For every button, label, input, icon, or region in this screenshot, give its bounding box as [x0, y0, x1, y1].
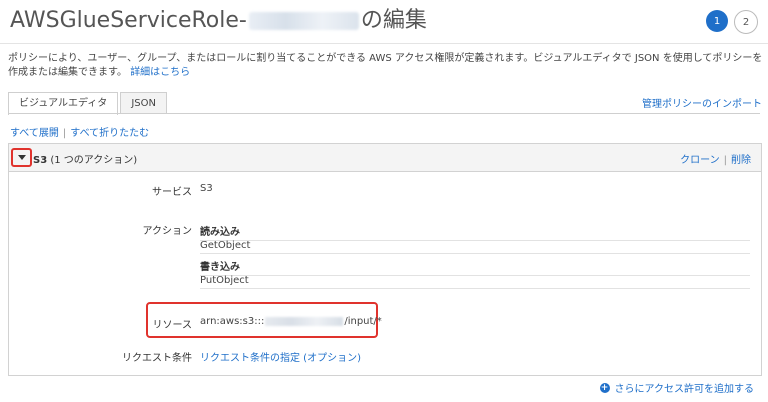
description-text: ポリシーにより、ユーザー、グループ、またはロールに割り当てることができる AWS… — [8, 53, 763, 78]
redacted-role-name — [248, 12, 359, 30]
tab-divider — [8, 113, 760, 114]
collapse-all-link[interactable]: すべて折りたたむ — [70, 128, 149, 139]
add-permissions-button[interactable]: + さらにアクセス許可を追加する — [599, 380, 755, 395]
resource-arn-prefix: arn:aws:s3::: — [200, 316, 265, 327]
write-action-item[interactable]: PutObject — [200, 275, 750, 289]
import-managed-policy-link[interactable]: 管理ポリシーのインポート — [642, 95, 762, 110]
resource-label: リソース — [152, 320, 193, 331]
step-indicator: 1 2 — [706, 10, 758, 34]
resource-arn-suffix: /input/* — [344, 316, 382, 327]
header-divider — [0, 43, 768, 44]
service-label: サービス — [152, 187, 192, 198]
editor-tabs: ビジュアルエディタ JSON — [8, 92, 169, 115]
title-prefix: AWSGlueServiceRole- — [10, 8, 247, 33]
statement-service: S3 — [33, 155, 48, 166]
step-2[interactable]: 2 — [734, 10, 758, 34]
write-access-level[interactable]: 書き込み — [200, 258, 750, 276]
redacted-bucket-name — [265, 316, 344, 326]
expand-controls: すべて展開 | すべて折りたたむ — [10, 124, 149, 139]
expand-all-link[interactable]: すべて展開 — [10, 128, 59, 139]
tab-json[interactable]: JSON — [120, 92, 167, 114]
specify-condition-link[interactable]: リクエスト条件の指定 (オプション) — [200, 349, 361, 364]
tab-visual-editor[interactable]: ビジュアルエディタ — [8, 92, 119, 115]
clone-button[interactable]: クローン — [680, 155, 720, 166]
separator: | — [723, 155, 727, 166]
page-title: AWSGlueServiceRole- の編集 — [10, 2, 427, 34]
add-permissions-label: さらにアクセス許可を追加する — [614, 384, 755, 395]
policy-description: ポリシーにより、ユーザー、グループ、またはロールに割り当てることができる AWS… — [8, 52, 764, 80]
collapse-toggle[interactable] — [11, 148, 32, 167]
caret-down-icon — [17, 155, 26, 160]
condition-label: リクエスト条件 — [122, 353, 192, 364]
service-value[interactable]: S3 — [200, 183, 213, 194]
read-action-item[interactable]: GetObject — [200, 240, 750, 254]
statement-actions: クローン | 削除 — [680, 151, 751, 166]
plus-circle-icon: + — [599, 382, 610, 393]
step-1[interactable]: 1 — [706, 10, 728, 32]
delete-button[interactable]: 削除 — [731, 155, 751, 166]
statement-header: S3 (1 つのアクション) クローン | 削除 — [9, 144, 761, 172]
separator: | — [62, 128, 67, 139]
statement-subtitle: (1 つのアクション) — [50, 155, 138, 166]
actions-label: アクション — [142, 226, 193, 237]
read-access-level[interactable]: 読み込み — [200, 223, 750, 241]
resource-value[interactable]: arn:aws:s3:::/input/* — [200, 316, 382, 327]
title-suffix: の編集 — [360, 8, 427, 33]
statement-title: S3 (1 つのアクション) — [33, 151, 137, 166]
learn-more-link[interactable]: 詳細はこちら — [130, 67, 190, 78]
